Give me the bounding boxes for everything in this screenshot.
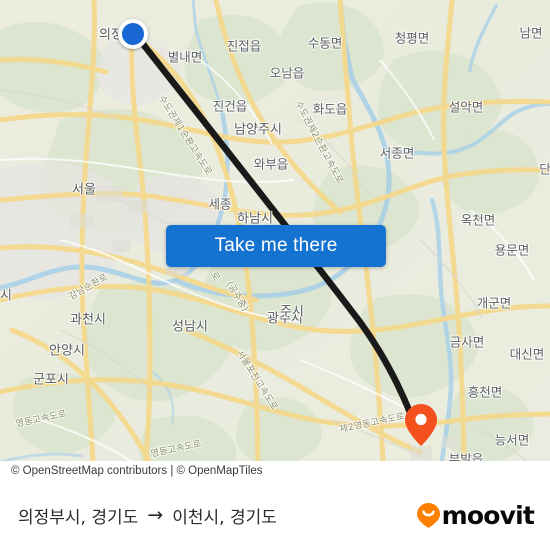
map-pin-icon [405,404,437,446]
map-canvas[interactable]: 의정 별내면 진접읍 수동면 청평면 남면 오남읍 진건읍 화도읍 설악면 남양주시 서종면 와부읍 서울… [0,0,550,480]
map-label: 로 [208,270,222,284]
map-label: 과천시 [70,312,106,328]
moovit-pin-icon [416,502,440,528]
arrow-right-icon: → [147,503,164,526]
map-label: 능서면 [494,432,530,448]
map-label: 남면 [519,25,543,41]
map-label: 영동고속도로 [15,409,68,430]
moovit-logo[interactable]: moovit [416,500,535,530]
map-label: 수동면 [307,35,343,51]
map-label: 용문면 [494,242,530,258]
map-label: 제2영동고속도로 [338,411,406,436]
map-label: 서종면 [379,145,415,161]
moovit-wordmark: moovit [441,500,535,530]
map-attribution-bar: © OpenStreetMap contributors | © OpenMap… [0,461,550,480]
map-label: 별내면 [167,49,203,65]
map-label: 수도권제1순환고속도로 [156,94,214,178]
route-origin-label: 의정부시, 경기도 [18,507,139,528]
moovit-map-card: 의정 별내면 진접읍 수동면 청평면 남면 오남읍 진건읍 화도읍 설악면 남양주시 서종면 와부읍 서울… [0,0,550,550]
map-label: 청평면 [394,30,430,46]
route-summary: 의정부시, 경기도 → 이천시, 경기도 [18,503,277,528]
map-label: 안양시 [49,343,85,359]
destination-marker-pin[interactable] [404,403,438,452]
map-label: 수도권제2순환고속도로 [292,99,345,186]
attribution-text[interactable]: © OpenStreetMap contributors | © OpenMap… [11,465,263,477]
map-label: 성남시 [172,319,208,335]
map-label: 진접읍 [226,38,262,54]
map-label: 금사면 [449,334,485,350]
origin-marker-dot[interactable] [118,19,148,49]
map-label: 흥천면 [467,384,503,400]
map-label: 화도읍 [312,101,348,117]
route-destination-label: 이천시, 경기도 [172,507,277,528]
map-label: 시 [0,288,12,304]
map-label: 강남순환로 [67,272,110,303]
map-label: 남양주시 [234,122,282,138]
map-label: 서울 [72,182,96,198]
map-label: 서울포천고속도로 [234,349,280,413]
take-me-there-button[interactable]: Take me there [166,225,386,267]
map-label: 대신면 [509,346,545,362]
map-label: 군포시 [33,372,69,388]
map-label: (공주중) [223,279,250,314]
map-label: 하남시 [237,211,273,227]
map-label: 단 [539,161,550,177]
map-label: 와부읍 [253,156,289,172]
map-label: 광주시 [267,311,303,327]
map-label: 세종 [208,196,232,212]
map-label: 옥천면 [460,212,496,228]
map-label: 주시 [280,304,304,320]
map-label: 설악면 [448,99,484,115]
map-label: 영동고속도로 [150,439,203,460]
map-label: 오남읍 [269,65,305,81]
map-label: 진건읍 [212,98,248,114]
map-label: 개군면 [476,295,512,311]
footer-bar: 의정부시, 경기도 → 이천시, 경기도 moovit [0,480,550,550]
